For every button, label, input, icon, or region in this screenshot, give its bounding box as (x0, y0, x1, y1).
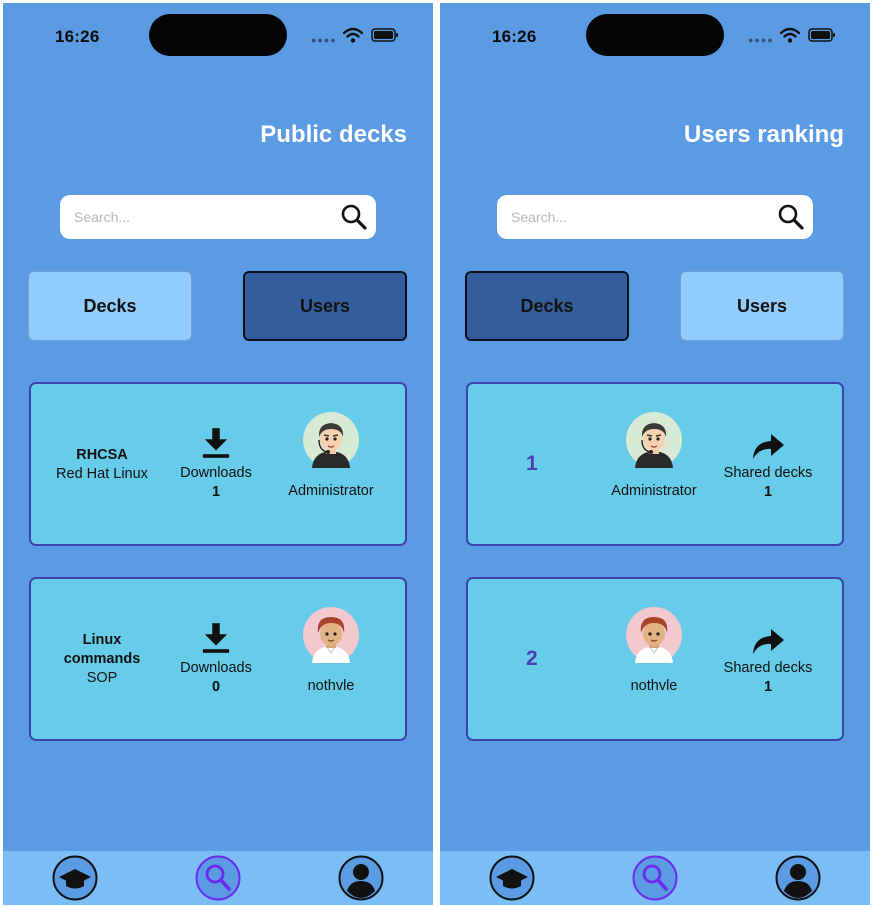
downloads-label: Downloads (180, 660, 252, 676)
rank-number: 1 (526, 452, 538, 475)
signal-icon: ●●●● (311, 35, 337, 45)
deck-name-line-2: commands (63, 651, 141, 667)
deck-card[interactable]: Linux commands SOP Downloads 0 nothvle (29, 577, 407, 741)
status-icons: ●●●● (748, 25, 840, 45)
dynamic-island (586, 14, 724, 56)
bottom-nav (440, 851, 870, 905)
deck-subtitle: Red Hat Linux (56, 466, 148, 482)
owner-name: nothvle (307, 678, 355, 694)
rank-number: 2 (526, 647, 538, 670)
search-nav-icon[interactable] (632, 855, 678, 901)
avatar (303, 607, 359, 663)
users-ranking-screen: 16:26 ●●●● Users ranking Decks Users 1 A… (440, 3, 870, 905)
downloads-info: Downloads 0 (169, 623, 263, 697)
avatar (626, 412, 682, 468)
shared-label: Shared decks (723, 660, 813, 676)
page-title: Public decks (260, 121, 407, 148)
download-icon[interactable] (202, 623, 230, 653)
downloads-info: Downloads 1 (169, 428, 263, 502)
wifi-icon (780, 27, 800, 43)
deck-info: Linux commands SOP (45, 631, 159, 688)
user-icon[interactable] (775, 855, 821, 901)
wifi-icon (343, 27, 363, 43)
shared-count: 1 (763, 484, 773, 500)
user-icon[interactable] (338, 855, 384, 901)
status-icons: ●●●● (311, 25, 403, 45)
search-bar (60, 195, 376, 239)
shared-label: Shared decks (723, 465, 813, 481)
deck-subtitle: SOP (86, 670, 118, 686)
share-icon[interactable] (751, 432, 785, 460)
owner-name: Administrator (288, 483, 374, 499)
user-card[interactable]: 2 nothvle Shared decks 1 (466, 577, 844, 741)
search-input[interactable] (74, 195, 324, 239)
user-info: Administrator (592, 412, 716, 501)
tab-users[interactable]: Users (680, 271, 844, 341)
tab-decks[interactable]: Decks (28, 271, 192, 341)
downloads-count: 1 (211, 484, 221, 500)
search-nav-icon[interactable] (195, 855, 241, 901)
user-info: nothvle (592, 607, 716, 696)
deck-name: RHCSA (76, 447, 128, 463)
deck-card[interactable]: RHCSA Red Hat Linux Downloads 1 Administ… (29, 382, 407, 546)
status-time: 16:26 (492, 27, 537, 46)
user-name: nothvle (630, 678, 678, 694)
user-card[interactable]: 1 Administrator Shared decks 1 (466, 382, 844, 546)
deck-info: RHCSA Red Hat Linux (45, 446, 159, 484)
deck-name-line-1: Linux (82, 632, 122, 648)
graduation-cap-icon[interactable] (52, 855, 98, 901)
download-icon[interactable] (202, 428, 230, 458)
dynamic-island (149, 14, 287, 56)
downloads-count: 0 (211, 679, 221, 695)
search-icon[interactable] (777, 203, 805, 231)
public-decks-screen: 16:26 ●●●● Public decks Decks Users RHCS… (3, 3, 433, 905)
shared-info: Shared decks 1 (708, 432, 828, 502)
search-input[interactable] (511, 195, 761, 239)
user-name: Administrator (611, 483, 697, 499)
owner-info: nothvle (275, 607, 387, 696)
search-bar (497, 195, 813, 239)
page-title: Users ranking (683, 121, 844, 148)
graduation-cap-icon[interactable] (489, 855, 535, 901)
status-time: 16:26 (55, 27, 100, 46)
bottom-nav (3, 851, 433, 905)
battery-icon (371, 28, 399, 42)
battery-icon (808, 28, 836, 42)
tab-decks[interactable]: Decks (465, 271, 629, 341)
shared-count: 1 (763, 679, 773, 695)
shared-info: Shared decks 1 (708, 627, 828, 697)
downloads-label: Downloads (180, 465, 252, 481)
signal-icon: ●●●● (748, 35, 774, 45)
search-icon[interactable] (340, 203, 368, 231)
owner-info: Administrator (275, 412, 387, 501)
share-icon[interactable] (751, 627, 785, 655)
avatar (626, 607, 682, 663)
avatar (303, 412, 359, 468)
tab-users[interactable]: Users (243, 271, 407, 341)
